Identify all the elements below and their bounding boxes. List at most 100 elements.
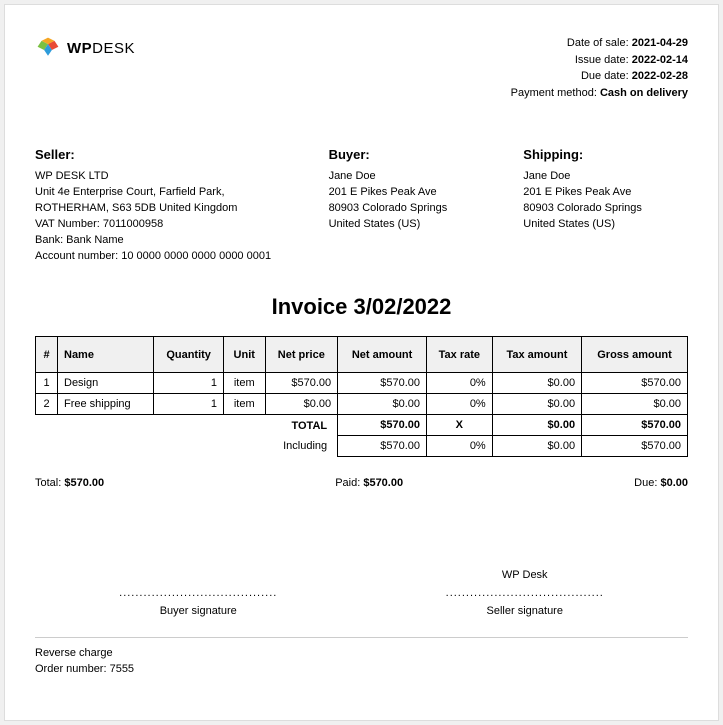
cell-taxrate: 0% — [426, 394, 492, 415]
seller-signer: WP Desk — [425, 569, 625, 585]
buyer-signature: ....................................... … — [98, 569, 298, 617]
summary-total-value: $570.00 — [64, 477, 104, 489]
cell-taxrate: 0% — [426, 373, 492, 394]
seller-heading: Seller: — [35, 146, 299, 165]
summary-paid-value: $570.00 — [363, 477, 403, 489]
footer: Reverse charge Order number: 7555 — [35, 637, 688, 677]
due-value: 2022-02-28 — [632, 70, 688, 82]
total-row: TOTAL $570.00 X $0.00 $570.00 — [36, 415, 688, 436]
cell-gross: $570.00 — [582, 373, 688, 394]
th-qty: Quantity — [154, 337, 224, 373]
logo-part1: WP — [67, 40, 92, 57]
shipping-line: United States (US) — [523, 217, 688, 233]
footer-line1: Reverse charge — [35, 646, 688, 661]
cell-qty: 1 — [154, 373, 224, 394]
sale-value: 2021-04-29 — [632, 37, 688, 49]
sale-label: Date of sale: — [567, 37, 629, 49]
invoice-page: WPDESK Date of sale: 2021-04-29 Issue da… — [4, 4, 719, 721]
signatures: ....................................... … — [35, 569, 688, 617]
issue-value: 2022-02-14 — [632, 54, 688, 66]
logo-part2: DESK — [92, 40, 135, 57]
wpdesk-logo-icon — [35, 35, 61, 61]
cell-unit: item — [223, 394, 265, 415]
incl-netamount: $570.00 — [338, 436, 427, 457]
cell-name: Design — [58, 373, 154, 394]
table-row: 1 Design 1 item $570.00 $570.00 0% $0.00… — [36, 373, 688, 394]
seller-signature: WP Desk ................................… — [425, 569, 625, 617]
th-idx: # — [36, 337, 58, 373]
footer-line2: Order number: 7555 — [35, 662, 688, 677]
th-gross: Gross amount — [582, 337, 688, 373]
th-netprice: Net price — [265, 337, 338, 373]
cell-qty: 1 — [154, 394, 224, 415]
shipping-line: 80903 Colorado Springs — [523, 201, 688, 217]
summary-due-value: $0.00 — [660, 477, 688, 489]
summary-row: Total: $570.00 Paid: $570.00 Due: $0.00 — [35, 477, 688, 489]
total-taxamount: $0.00 — [492, 415, 581, 436]
shipping-line: 201 E Pikes Peak Ave — [523, 185, 688, 201]
cell-netprice: $0.00 — [265, 394, 338, 415]
shipping-heading: Shipping: — [523, 146, 688, 165]
invoice-title: Invoice 3/02/2022 — [35, 294, 688, 320]
seller-line: VAT Number: 7011000958 — [35, 217, 299, 233]
seller-block: Seller: WP DESK LTD Unit 4e Enterprise C… — [35, 146, 299, 264]
parties: Seller: WP DESK LTD Unit 4e Enterprise C… — [35, 146, 688, 264]
shipping-line: Jane Doe — [523, 169, 688, 185]
cell-unit: item — [223, 373, 265, 394]
summary-paid-label: Paid: — [335, 477, 360, 489]
dots: ....................................... — [425, 587, 625, 599]
summary-total-label: Total: — [35, 477, 61, 489]
cell-taxamount: $0.00 — [492, 394, 581, 415]
th-netamount: Net amount — [338, 337, 427, 373]
total-netamount: $570.00 — [338, 415, 427, 436]
summary-due: Due: $0.00 — [634, 477, 688, 489]
buyer-line: Jane Doe — [329, 169, 494, 185]
incl-taxamount: $0.00 — [492, 436, 581, 457]
items-table: # Name Quantity Unit Net price Net amoun… — [35, 336, 688, 457]
issue-label: Issue date: — [575, 54, 629, 66]
buyer-block: Buyer: Jane Doe 201 E Pikes Peak Ave 809… — [329, 146, 494, 264]
invoice-meta: Date of sale: 2021-04-29 Issue date: 202… — [511, 35, 688, 101]
total-gross: $570.00 — [582, 415, 688, 436]
buyer-line: 80903 Colorado Springs — [329, 201, 494, 217]
header: WPDESK Date of sale: 2021-04-29 Issue da… — [35, 35, 688, 101]
th-unit: Unit — [223, 337, 265, 373]
including-row: Including $570.00 0% $0.00 $570.00 — [36, 436, 688, 457]
table-row: 2 Free shipping 1 item $0.00 $0.00 0% $0… — [36, 394, 688, 415]
incl-label: Including — [36, 436, 338, 457]
seller-line: Bank: Bank Name — [35, 233, 299, 249]
summary-total: Total: $570.00 — [35, 477, 104, 489]
incl-gross: $570.00 — [582, 436, 688, 457]
seller-sig-label: Seller signature — [425, 605, 625, 617]
cell-netprice: $570.00 — [265, 373, 338, 394]
logo: WPDESK — [35, 35, 135, 61]
buyer-signer — [98, 569, 298, 585]
cell-taxamount: $0.00 — [492, 373, 581, 394]
buyer-line: United States (US) — [329, 217, 494, 233]
buyer-heading: Buyer: — [329, 146, 494, 165]
total-taxrate: X — [426, 415, 492, 436]
th-taxamount: Tax amount — [492, 337, 581, 373]
cell-idx: 1 — [36, 373, 58, 394]
seller-line: WP DESK LTD — [35, 169, 299, 185]
total-label: TOTAL — [36, 415, 338, 436]
cell-idx: 2 — [36, 394, 58, 415]
payment-value: Cash on delivery — [600, 87, 688, 99]
seller-line: Account number: 10 0000 0000 0000 0000 0… — [35, 249, 299, 265]
seller-line: Unit 4e Enterprise Court, Farfield Park,… — [35, 185, 299, 217]
th-name: Name — [58, 337, 154, 373]
incl-taxrate: 0% — [426, 436, 492, 457]
buyer-line: 201 E Pikes Peak Ave — [329, 185, 494, 201]
dots: ....................................... — [98, 587, 298, 599]
shipping-block: Shipping: Jane Doe 201 E Pikes Peak Ave … — [523, 146, 688, 264]
cell-gross: $0.00 — [582, 394, 688, 415]
buyer-sig-label: Buyer signature — [98, 605, 298, 617]
cell-name: Free shipping — [58, 394, 154, 415]
due-label: Due date: — [581, 70, 629, 82]
payment-label: Payment method: — [511, 87, 597, 99]
th-taxrate: Tax rate — [426, 337, 492, 373]
cell-netamount: $0.00 — [338, 394, 427, 415]
logo-text: WPDESK — [67, 40, 135, 57]
summary-paid: Paid: $570.00 — [335, 477, 403, 489]
summary-due-label: Due: — [634, 477, 657, 489]
